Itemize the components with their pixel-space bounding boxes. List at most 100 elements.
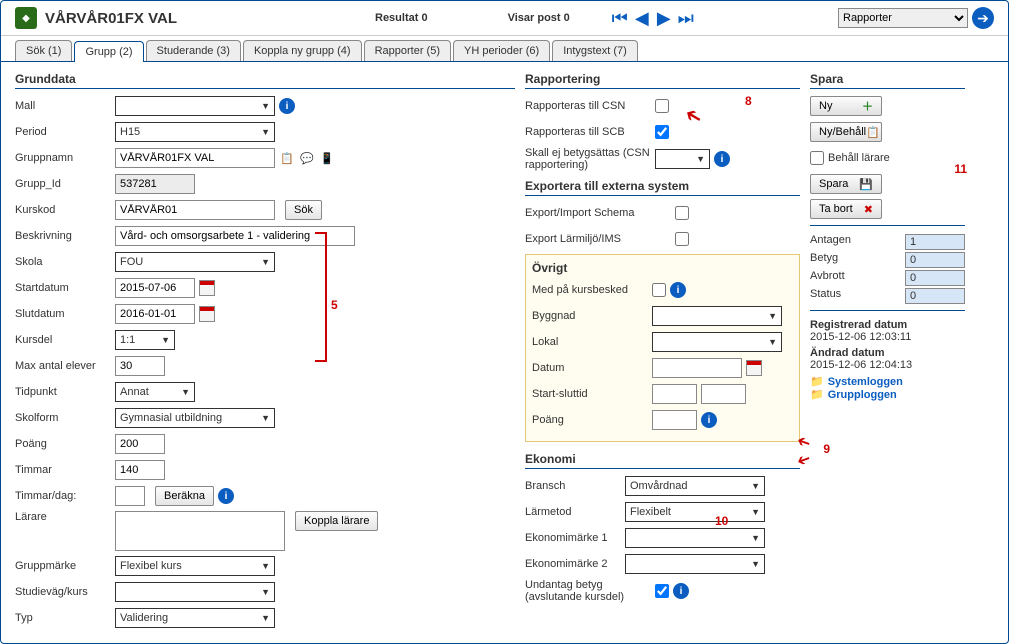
- gruppmarke-select[interactable]: Flexibel kurs▼: [115, 556, 275, 576]
- export-larmiljo-checkbox[interactable]: [675, 232, 689, 246]
- em2-label: Ekonomimärke 2: [525, 558, 625, 570]
- startslut-label: Start-sluttid: [532, 388, 652, 400]
- tab-koppla[interactable]: Koppla ny grupp (4): [243, 40, 362, 61]
- info-icon[interactable]: i: [279, 98, 295, 114]
- tab-rapporter[interactable]: Rapporter (5): [364, 40, 451, 61]
- grupploggen-link[interactable]: Grupploggen: [828, 389, 897, 401]
- period-select[interactable]: H15▼: [115, 122, 275, 142]
- tab-intygstext[interactable]: Intygstext (7): [552, 40, 638, 61]
- berakna-button[interactable]: Beräkna: [155, 486, 214, 506]
- antagen-label: Antagen: [810, 234, 851, 250]
- export-schema-checkbox[interactable]: [675, 206, 689, 220]
- ny-button[interactable]: Ny＋: [810, 96, 882, 116]
- kurskod-label: Kurskod: [15, 204, 115, 216]
- start-input[interactable]: [652, 384, 697, 404]
- slut-input[interactable]: [701, 384, 746, 404]
- info-icon[interactable]: i: [673, 583, 689, 599]
- go-button[interactable]: ➔: [972, 7, 994, 29]
- export-larmiljo-label: Export Lärmiljö/IMS: [525, 233, 675, 245]
- poang-input[interactable]: [115, 434, 165, 454]
- typ-select[interactable]: Validering▼: [115, 608, 275, 628]
- bransch-label: Bransch: [525, 480, 625, 492]
- gruppmarke-label: Gruppmärke: [15, 560, 115, 572]
- max-label: Max antal elever: [15, 360, 115, 372]
- undantag-checkbox[interactable]: [655, 584, 669, 598]
- reg-datum-value: 2015-12-06 12:03:11: [810, 331, 965, 343]
- em2-select[interactable]: ▼: [625, 554, 765, 574]
- info-icon[interactable]: i: [218, 488, 234, 504]
- byggnad-select[interactable]: ▼: [652, 306, 782, 326]
- larare-textarea[interactable]: [115, 511, 285, 551]
- systemloggen-link[interactable]: Systemloggen: [828, 376, 903, 388]
- spara-title: Spara: [810, 72, 965, 89]
- max-input[interactable]: [115, 356, 165, 376]
- beskrivning-label: Beskrivning: [15, 230, 115, 242]
- byggnad-label: Byggnad: [532, 310, 652, 322]
- kurskod-input[interactable]: [115, 200, 275, 220]
- rapporter-select[interactable]: Rapporter: [838, 8, 968, 28]
- kursbesked-checkbox[interactable]: [652, 283, 666, 297]
- chat-icon[interactable]: 💬: [299, 150, 315, 166]
- annotation-10: 10: [715, 514, 728, 528]
- koppla-larare-button[interactable]: Koppla lärare: [295, 511, 378, 531]
- skola-label: Skola: [15, 256, 115, 268]
- period-label: Period: [15, 126, 115, 138]
- phone-icon[interactable]: 📱: [319, 150, 335, 166]
- calendar-icon[interactable]: [199, 306, 215, 322]
- mall-select[interactable]: ▼: [115, 96, 275, 116]
- skola-select[interactable]: FOU▼: [115, 252, 275, 272]
- annotation-8: 8: [745, 94, 752, 108]
- gruppnamn-input[interactable]: [115, 148, 275, 168]
- bransch-select[interactable]: Omvårdnad▼: [625, 476, 765, 496]
- andrad-datum-label: Ändrad datum: [810, 347, 965, 359]
- tidpunkt-select[interactable]: Annat▼: [115, 382, 195, 402]
- ovrigt-poang-input[interactable]: [652, 410, 697, 430]
- prev-icon[interactable]: ◀: [632, 8, 652, 28]
- em1-label: Ekonomimärke 1: [525, 532, 625, 544]
- tabort-button[interactable]: Ta bort✖: [810, 199, 882, 219]
- startdatum-input[interactable]: [115, 278, 195, 298]
- slutdatum-input[interactable]: [115, 304, 195, 324]
- avbrott-value: 0: [905, 270, 965, 286]
- spara-button[interactable]: Spara💾: [810, 174, 882, 194]
- tab-grupp[interactable]: Grupp (2): [74, 41, 143, 62]
- sok-button[interactable]: Sök: [285, 200, 322, 220]
- copy-icon[interactable]: 📋: [279, 150, 295, 166]
- info-icon[interactable]: i: [670, 282, 686, 298]
- first-icon[interactable]: ⏮: [610, 8, 630, 28]
- tab-sok[interactable]: Sök (1): [15, 40, 72, 61]
- ej-betyg-label: Skall ej betygsättas (CSN rapportering): [525, 147, 655, 171]
- info-icon[interactable]: i: [701, 412, 717, 428]
- export-schema-label: Export/Import Schema: [525, 207, 675, 219]
- calendar-icon[interactable]: [199, 280, 215, 296]
- calendar-icon[interactable]: [746, 360, 762, 376]
- lokal-select[interactable]: ▼: [652, 332, 782, 352]
- nybehall-button[interactable]: Ny/Behåll📋: [810, 122, 882, 142]
- larmetod-label: Lärmetod: [525, 506, 625, 518]
- studievag-select[interactable]: ▼: [115, 582, 275, 602]
- datum-input[interactable]: [652, 358, 742, 378]
- kursdel-select[interactable]: 1:1▼: [115, 330, 175, 350]
- csn-checkbox[interactable]: [655, 99, 669, 113]
- tab-studerande[interactable]: Studerande (3): [146, 40, 241, 61]
- ovrigt-poang-label: Poäng: [532, 414, 652, 426]
- behall-larare-checkbox[interactable]: [810, 151, 824, 165]
- timmardag-input[interactable]: [115, 486, 145, 506]
- timmar-input[interactable]: [115, 460, 165, 480]
- skolform-select[interactable]: Gymnasial utbildning▼: [115, 408, 275, 428]
- tidpunkt-label: Tidpunkt: [15, 386, 115, 398]
- scb-checkbox[interactable]: [655, 125, 669, 139]
- mall-label: Mall: [15, 100, 115, 112]
- gruppid-input: [115, 174, 195, 194]
- typ-label: Typ: [15, 612, 115, 624]
- next-icon[interactable]: ▶: [654, 8, 674, 28]
- larmetod-select[interactable]: Flexibelt▼: [625, 502, 765, 522]
- tab-bar: Sök (1) Grupp (2) Studerande (3) Koppla …: [1, 36, 1008, 62]
- last-icon[interactable]: ⏭: [676, 8, 696, 28]
- em1-select[interactable]: ▼: [625, 528, 765, 548]
- ej-betyg-select[interactable]: ▼: [655, 149, 710, 169]
- bracket-5: [315, 232, 327, 362]
- tab-yh[interactable]: YH perioder (6): [453, 40, 550, 61]
- info-icon[interactable]: i: [714, 151, 730, 167]
- annotation-11: 11: [954, 162, 967, 176]
